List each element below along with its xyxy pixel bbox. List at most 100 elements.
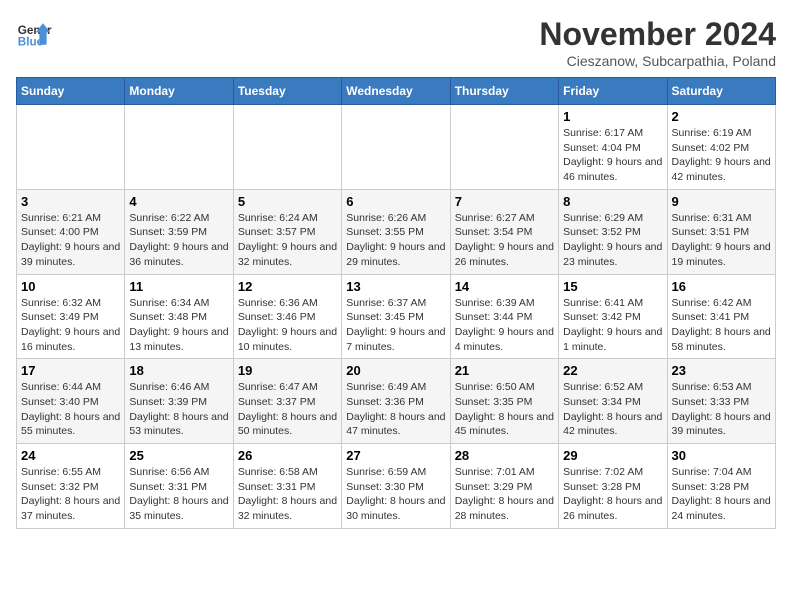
day-cell: 14 Sunrise: 6:39 AM Sunset: 3:44 PM Dayli… [450,274,558,359]
week-row-1: 1Sunrise: 6:17 AM Sunset: 4:04 PM Daylig… [17,105,776,190]
day-cell: 15Sunrise: 6:41 AM Sunset: 3:42 PM Dayli… [559,274,667,359]
day-cell: 13 Sunrise: 6:37 AM Sunset: 3:45 PM Dayli… [342,274,450,359]
weekday-header-thursday: Thursday [450,78,558,105]
day-cell [233,105,341,190]
day-cell: 28 Sunrise: 7:01 AM Sunset: 3:29 PM Dayli… [450,444,558,529]
day-info: Sunrise: 6:52 AM Sunset: 3:34 PM Dayligh… [563,380,662,439]
day-number: 20 [346,363,445,378]
day-number: 5 [238,194,337,209]
day-info: Sunrise: 6:42 AM Sunset: 3:41 PM Dayligh… [672,296,771,355]
day-cell: 18 Sunrise: 6:46 AM Sunset: 3:39 PM Dayli… [125,359,233,444]
day-info: Sunrise: 6:36 AM Sunset: 3:46 PM Dayligh… [238,296,337,355]
day-info: Sunrise: 7:01 AM Sunset: 3:29 PM Dayligh… [455,465,554,524]
day-number: 6 [346,194,445,209]
weekday-header-tuesday: Tuesday [233,78,341,105]
day-info: Sunrise: 6:41 AM Sunset: 3:42 PM Dayligh… [563,296,662,355]
day-cell: 4 Sunrise: 6:22 AM Sunset: 3:59 PM Daylig… [125,189,233,274]
header: General Blue November 2024 Cieszanow, Su… [16,16,776,69]
day-number: 12 [238,279,337,294]
day-number: 13 [346,279,445,294]
day-cell: 10 Sunrise: 6:32 AM Sunset: 3:49 PM Dayli… [17,274,125,359]
day-cell: 1Sunrise: 6:17 AM Sunset: 4:04 PM Daylig… [559,105,667,190]
day-info: Sunrise: 6:29 AM Sunset: 3:52 PM Dayligh… [563,211,662,270]
day-info: Sunrise: 6:24 AM Sunset: 3:57 PM Dayligh… [238,211,337,270]
day-cell: 26Sunrise: 6:58 AM Sunset: 3:31 PM Dayli… [233,444,341,529]
day-number: 18 [129,363,228,378]
day-cell: 2 Sunrise: 6:19 AM Sunset: 4:02 PM Daylig… [667,105,775,190]
day-info: Sunrise: 6:21 AM Sunset: 4:00 PM Dayligh… [21,211,120,270]
weekday-header-monday: Monday [125,78,233,105]
week-row-3: 10 Sunrise: 6:32 AM Sunset: 3:49 PM Dayli… [17,274,776,359]
day-number: 10 [21,279,120,294]
day-number: 29 [563,448,662,463]
day-cell: 16 Sunrise: 6:42 AM Sunset: 3:41 PM Dayli… [667,274,775,359]
weekday-header-wednesday: Wednesday [342,78,450,105]
calendar: SundayMondayTuesdayWednesdayThursdayFrid… [16,77,776,529]
day-info: Sunrise: 6:17 AM Sunset: 4:04 PM Dayligh… [563,126,662,185]
day-cell: 7 Sunrise: 6:27 AM Sunset: 3:54 PM Daylig… [450,189,558,274]
location: Cieszanow, Subcarpathia, Poland [539,53,776,69]
day-info: Sunrise: 6:34 AM Sunset: 3:48 PM Dayligh… [129,296,228,355]
day-cell: 20 Sunrise: 6:49 AM Sunset: 3:36 PM Dayli… [342,359,450,444]
day-number: 2 [672,109,771,124]
day-number: 23 [672,363,771,378]
day-cell: 19 Sunrise: 6:47 AM Sunset: 3:37 PM Dayli… [233,359,341,444]
day-cell [342,105,450,190]
day-number: 8 [563,194,662,209]
day-number: 14 [455,279,554,294]
day-info: Sunrise: 6:50 AM Sunset: 3:35 PM Dayligh… [455,380,554,439]
day-cell: 21 Sunrise: 6:50 AM Sunset: 3:35 PM Dayli… [450,359,558,444]
week-row-4: 17Sunrise: 6:44 AM Sunset: 3:40 PM Dayli… [17,359,776,444]
day-cell: 3Sunrise: 6:21 AM Sunset: 4:00 PM Daylig… [17,189,125,274]
month-title: November 2024 [539,16,776,53]
day-info: Sunrise: 6:39 AM Sunset: 3:44 PM Dayligh… [455,296,554,355]
day-info: Sunrise: 6:32 AM Sunset: 3:49 PM Dayligh… [21,296,120,355]
day-info: Sunrise: 6:22 AM Sunset: 3:59 PM Dayligh… [129,211,228,270]
day-info: Sunrise: 6:59 AM Sunset: 3:30 PM Dayligh… [346,465,445,524]
day-cell: 11Sunrise: 6:34 AM Sunset: 3:48 PM Dayli… [125,274,233,359]
day-info: Sunrise: 6:27 AM Sunset: 3:54 PM Dayligh… [455,211,554,270]
day-cell: 5 Sunrise: 6:24 AM Sunset: 3:57 PM Daylig… [233,189,341,274]
day-info: Sunrise: 6:31 AM Sunset: 3:51 PM Dayligh… [672,211,771,270]
logo: General Blue [16,16,52,52]
day-info: Sunrise: 6:55 AM Sunset: 3:32 PM Dayligh… [21,465,120,524]
weekday-header-sunday: Sunday [17,78,125,105]
day-number: 16 [672,279,771,294]
day-info: Sunrise: 6:53 AM Sunset: 3:33 PM Dayligh… [672,380,771,439]
day-info: Sunrise: 6:58 AM Sunset: 3:31 PM Dayligh… [238,465,337,524]
day-number: 28 [455,448,554,463]
day-number: 4 [129,194,228,209]
day-cell: 22Sunrise: 6:52 AM Sunset: 3:34 PM Dayli… [559,359,667,444]
week-row-2: 3Sunrise: 6:21 AM Sunset: 4:00 PM Daylig… [17,189,776,274]
day-number: 30 [672,448,771,463]
day-cell: 24 Sunrise: 6:55 AM Sunset: 3:32 PM Dayli… [17,444,125,529]
day-cell: 17Sunrise: 6:44 AM Sunset: 3:40 PM Dayli… [17,359,125,444]
day-info: Sunrise: 6:37 AM Sunset: 3:45 PM Dayligh… [346,296,445,355]
title-area: November 2024 Cieszanow, Subcarpathia, P… [539,16,776,69]
day-cell: 8 Sunrise: 6:29 AM Sunset: 3:52 PM Daylig… [559,189,667,274]
day-number: 21 [455,363,554,378]
day-cell: 29Sunrise: 7:02 AM Sunset: 3:28 PM Dayli… [559,444,667,529]
weekday-header-row: SundayMondayTuesdayWednesdayThursdayFrid… [17,78,776,105]
day-info: Sunrise: 6:49 AM Sunset: 3:36 PM Dayligh… [346,380,445,439]
day-cell: 9 Sunrise: 6:31 AM Sunset: 3:51 PM Daylig… [667,189,775,274]
day-number: 24 [21,448,120,463]
day-cell: 12 Sunrise: 6:36 AM Sunset: 3:46 PM Dayli… [233,274,341,359]
day-number: 19 [238,363,337,378]
day-cell: 23 Sunrise: 6:53 AM Sunset: 3:33 PM Dayli… [667,359,775,444]
day-cell: 30Sunrise: 7:04 AM Sunset: 3:28 PM Dayli… [667,444,775,529]
weekday-header-saturday: Saturday [667,78,775,105]
day-number: 27 [346,448,445,463]
day-number: 7 [455,194,554,209]
day-number: 9 [672,194,771,209]
day-cell [17,105,125,190]
day-info: Sunrise: 6:19 AM Sunset: 4:02 PM Dayligh… [672,126,771,185]
day-cell [450,105,558,190]
day-number: 25 [129,448,228,463]
weekday-header-friday: Friday [559,78,667,105]
day-info: Sunrise: 6:46 AM Sunset: 3:39 PM Dayligh… [129,380,228,439]
day-info: Sunrise: 6:47 AM Sunset: 3:37 PM Dayligh… [238,380,337,439]
day-cell: 6Sunrise: 6:26 AM Sunset: 3:55 PM Daylig… [342,189,450,274]
day-number: 17 [21,363,120,378]
week-row-5: 24 Sunrise: 6:55 AM Sunset: 3:32 PM Dayli… [17,444,776,529]
